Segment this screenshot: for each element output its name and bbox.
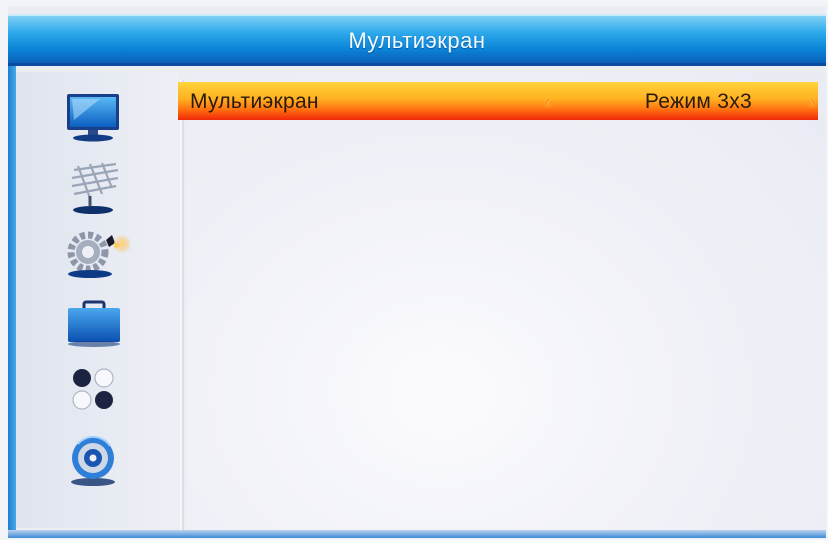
page-title: Мультиэкран <box>348 28 486 53</box>
sidebar-divider <box>180 80 184 534</box>
right-arrow-icon[interactable]: › <box>809 91 816 114</box>
title-bar: Мультиэкран <box>8 14 826 66</box>
satellite-dish-icon[interactable] <box>60 158 130 218</box>
games-icon[interactable] <box>60 362 130 422</box>
tv-icon[interactable] <box>60 90 130 150</box>
menu-screen: Мультиэкран Мультиэкран ‹ Режим 3x3 › <box>8 6 826 538</box>
left-arrow-icon[interactable]: ‹ <box>544 91 551 114</box>
menu-row-multiscreen[interactable]: Мультиэкран ‹ Режим 3x3 › <box>178 82 818 120</box>
left-frame <box>8 66 16 538</box>
toolbox-icon[interactable] <box>60 296 130 356</box>
menu-row-label: Мультиэкран <box>190 90 319 113</box>
media-player-icon[interactable] <box>60 432 130 492</box>
content-area <box>186 72 826 530</box>
menu-row-value: Режим 3x3 <box>644 90 752 113</box>
bottom-frame <box>8 530 826 538</box>
settings-gear-icon[interactable] <box>60 224 130 284</box>
